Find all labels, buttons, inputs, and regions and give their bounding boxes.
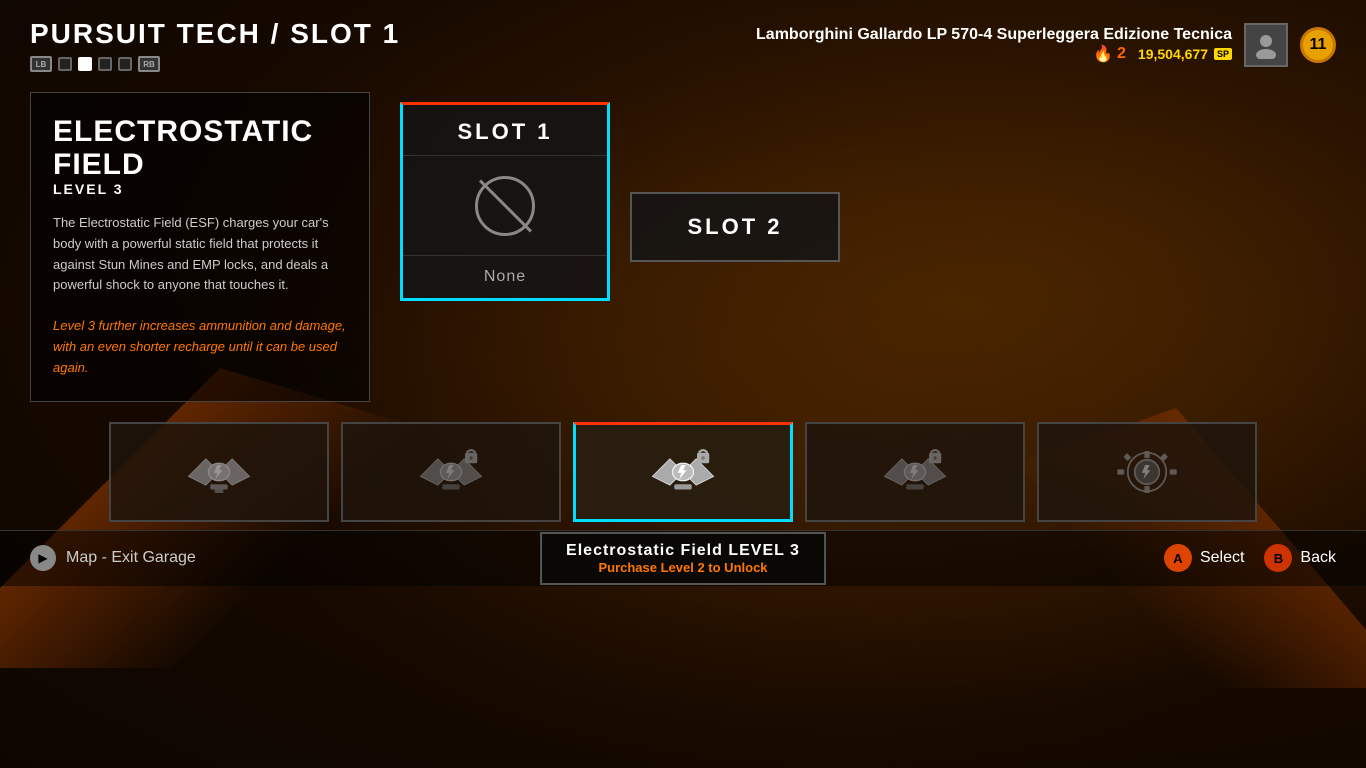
tech-item-5[interactable] <box>1037 422 1257 522</box>
info-panel: Electrostatic Field LEVEL 3 The Electros… <box>30 92 370 402</box>
back-label: Back <box>1300 549 1336 567</box>
bottom-bar: ▶ Map - Exit Garage Electrostatic Field … <box>0 530 1366 586</box>
tech-bonus: Level 3 further increases ammunition and… <box>53 316 347 378</box>
slot-2-label: SLOT 2 <box>632 214 838 240</box>
map-icon: ▶ <box>38 551 47 565</box>
bottom-left: ▶ Map - Exit Garage <box>30 545 196 571</box>
slot-1-label: SLOT 1 <box>403 105 607 156</box>
nav-dot-1 <box>58 57 72 71</box>
map-button[interactable]: ▶ <box>30 545 56 571</box>
a-button: A <box>1164 544 1192 572</box>
slots-row: SLOT 1 None SLOT 2 <box>400 102 840 301</box>
select-action[interactable]: A Select <box>1164 544 1244 572</box>
header-nav: LB RB <box>30 56 400 72</box>
slot-1-icon-area <box>403 156 607 256</box>
slots-area: SLOT 1 None SLOT 2 <box>400 92 840 402</box>
car-name: Lamborghini Gallardo LP 570-4 Superlegge… <box>756 26 1232 44</box>
tech-item-1-icon <box>184 437 254 507</box>
header-right: Lamborghini Gallardo LP 570-4 Superlegge… <box>756 23 1336 67</box>
tech-bar <box>0 402 1366 530</box>
slot-2[interactable]: SLOT 2 <box>630 192 840 262</box>
header-left: PURSUIT TECH / SLOT 1 LB RB <box>30 18 400 72</box>
no-equip-icon <box>475 176 535 236</box>
tech-item-4-icon <box>880 437 950 507</box>
nav-dot-2 <box>78 57 92 71</box>
nav-dot-4 <box>118 57 132 71</box>
tech-item-2[interactable] <box>341 422 561 522</box>
tech-item-5-icon <box>1112 437 1182 507</box>
b-button: B <box>1264 544 1292 572</box>
currency-row: 🔥 2 19,504,677 SP <box>756 44 1232 64</box>
header: PURSUIT TECH / SLOT 1 LB RB Lamborghini … <box>0 0 1366 82</box>
page-title: PURSUIT TECH / SLOT 1 <box>30 18 400 50</box>
map-label: Map - Exit Garage <box>66 549 196 567</box>
tech-level: LEVEL 3 <box>53 181 347 197</box>
avatar <box>1244 23 1288 67</box>
car-info: Lamborghini Gallardo LP 570-4 Superlegge… <box>756 26 1232 64</box>
tech-description: The Electrostatic Field (ESF) charges yo… <box>53 213 347 296</box>
main-content: Electrostatic Field LEVEL 3 The Electros… <box>0 82 1366 402</box>
tech-name: Electrostatic Field <box>53 115 347 181</box>
tech-item-3-icon <box>648 437 718 507</box>
flame-icon: 🔥 <box>1093 44 1113 64</box>
tooltip-title: Electrostatic Field LEVEL 3 <box>566 542 800 560</box>
nav-dot-3 <box>98 57 112 71</box>
rb-button[interactable]: RB <box>138 56 160 72</box>
tech-item-3[interactable] <box>573 422 793 522</box>
slot-1[interactable]: SLOT 1 None <box>400 102 610 301</box>
slot-1-status: None <box>484 256 526 298</box>
tech-item-2-icon <box>416 437 486 507</box>
tooltip-box: Electrostatic Field LEVEL 3 Purchase Lev… <box>540 532 826 585</box>
select-label: Select <box>1200 549 1244 567</box>
sp-amount: 19,504,677 <box>1138 46 1208 62</box>
tech-item-1[interactable] <box>109 422 329 522</box>
lb-button[interactable]: LB <box>30 56 52 72</box>
tech-item-4[interactable] <box>805 422 1025 522</box>
flame-count: 2 <box>1117 45 1126 63</box>
gear-badge: 11 <box>1300 27 1336 63</box>
tooltip-subtitle: Purchase Level 2 to Unlock <box>566 560 800 575</box>
bottom-right: A Select B Back <box>1164 544 1336 572</box>
back-action[interactable]: B Back <box>1264 544 1336 572</box>
sp-label: SP <box>1214 48 1232 60</box>
